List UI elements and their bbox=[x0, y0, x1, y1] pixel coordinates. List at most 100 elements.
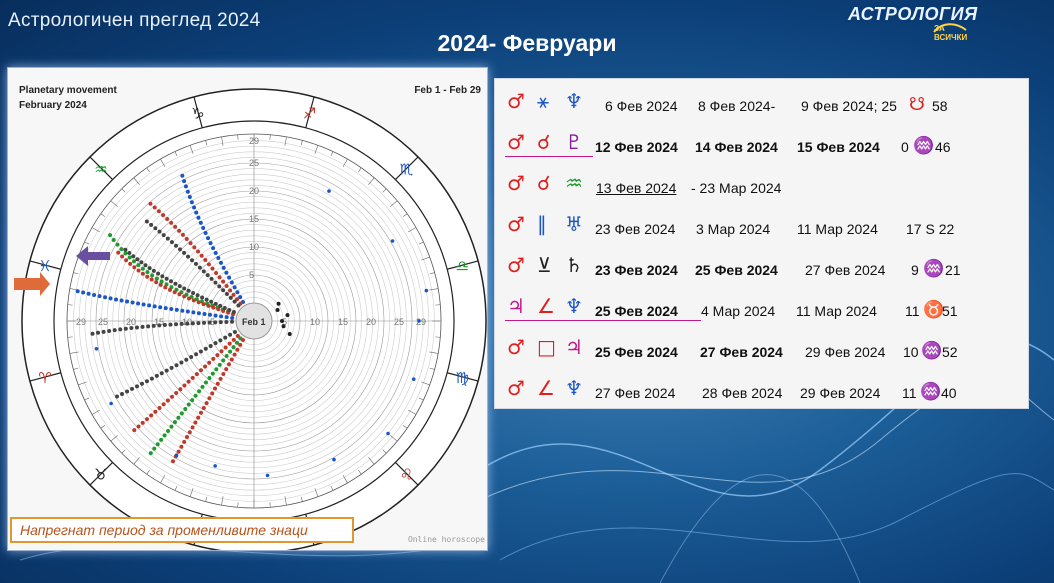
mars-icon: ♂ bbox=[507, 376, 525, 400]
zodiac-sign-icon: ♍ bbox=[456, 369, 469, 387]
saturn-trail bbox=[214, 270, 219, 275]
trail-lower-2 bbox=[153, 409, 158, 414]
pluto-trail bbox=[208, 241, 213, 246]
trail-lower-1 bbox=[189, 355, 194, 360]
trail-lower-3 bbox=[172, 420, 177, 425]
moon-trail bbox=[112, 328, 117, 333]
jupiter-trail bbox=[173, 243, 178, 248]
trail-lower-2 bbox=[203, 364, 208, 369]
sun-trail bbox=[119, 298, 124, 303]
trail-lower-1 bbox=[135, 384, 140, 389]
aquarius-icon: ♒ bbox=[565, 171, 583, 195]
jupiter-trail bbox=[221, 288, 226, 293]
pluto-trail bbox=[182, 179, 187, 184]
sun-trail bbox=[208, 312, 213, 317]
trail-lower-4 bbox=[218, 376, 223, 381]
mercury-trail bbox=[200, 295, 205, 300]
sun-trail bbox=[230, 315, 235, 320]
moon-dot bbox=[213, 464, 217, 468]
mars-trail bbox=[115, 242, 120, 247]
aspect-start-date: 23 Фев 2024 bbox=[595, 262, 678, 278]
aspect-start-date: 27 Фев 2024 bbox=[595, 385, 676, 401]
mars-icon: ♂ bbox=[507, 130, 525, 154]
aspect-minutes: 58 bbox=[932, 98, 948, 114]
moon-dot bbox=[332, 457, 336, 462]
mars-trail bbox=[111, 238, 116, 242]
sun-trail bbox=[174, 307, 179, 312]
zodiac-sign-icon: ♌ bbox=[400, 466, 413, 484]
trail-lower-1 bbox=[232, 330, 237, 334]
chart-credit: Online horoscope bbox=[407, 535, 485, 544]
sun-trail bbox=[114, 297, 119, 302]
taurus-icon: ♉ bbox=[923, 300, 945, 319]
mercury-trail bbox=[182, 286, 187, 291]
jupiter-trail bbox=[193, 261, 198, 266]
mercury-trail bbox=[139, 260, 144, 265]
zodiac-sign-icon: ♒ bbox=[94, 160, 107, 178]
venus-trail bbox=[132, 265, 137, 270]
sun-trail bbox=[147, 303, 152, 308]
chart-date-range: Feb 1 - Feb 29 bbox=[414, 85, 481, 96]
saturn-trail bbox=[192, 245, 197, 250]
aspect-exact-date: 25 Фев 2024 bbox=[695, 262, 778, 278]
aspect-exact-date: 28 Фев 2024 bbox=[702, 385, 783, 401]
aspect-end-date: - 23 Мар 2024 bbox=[691, 180, 782, 196]
jupiter-trail bbox=[190, 258, 195, 263]
trail-lower-2 bbox=[174, 390, 179, 395]
moon-dot bbox=[327, 189, 331, 193]
trail-lower-4 bbox=[227, 362, 231, 367]
mercury-trail bbox=[143, 263, 148, 268]
ring-label: 20 bbox=[249, 186, 259, 196]
aspect-degree: 0 bbox=[901, 139, 909, 155]
jupiter-trail bbox=[228, 295, 233, 300]
ring-label: 20 bbox=[126, 317, 136, 327]
trail-lower-1 bbox=[218, 338, 223, 343]
trail-lower-2 bbox=[140, 420, 145, 425]
mercury-trail bbox=[131, 254, 136, 259]
trail-lower-1 bbox=[144, 379, 149, 384]
pluto-trail bbox=[218, 260, 223, 265]
aspect-end-date: 9 Фев 2024; 25 bbox=[801, 98, 897, 114]
pluto-trail bbox=[203, 231, 208, 236]
aspect-row-7: ♂ □ ♃ 25 Фев 2024 27 Фев 2024 29 Фев 202… bbox=[495, 329, 1028, 369]
saturn-trail bbox=[184, 237, 189, 242]
moon-dot bbox=[411, 377, 416, 381]
moon-trail bbox=[129, 326, 134, 331]
trail-lower-3 bbox=[186, 402, 191, 407]
pluto-trail bbox=[196, 215, 201, 220]
venus-trail bbox=[158, 282, 163, 287]
mars-trail bbox=[136, 263, 141, 268]
moon-trail bbox=[174, 322, 179, 327]
sun-trail bbox=[191, 310, 196, 315]
mercury-trail bbox=[191, 291, 196, 296]
sun-trail bbox=[196, 311, 201, 316]
mercury-trail bbox=[222, 305, 227, 310]
saturn-trail bbox=[156, 209, 161, 214]
trail-lower-4 bbox=[190, 425, 195, 430]
moon-dot bbox=[94, 346, 99, 351]
saturn-trail bbox=[161, 213, 166, 218]
sun-trail bbox=[180, 308, 185, 313]
sun-trail bbox=[163, 306, 168, 311]
aspect-degree: 10 bbox=[903, 344, 919, 360]
moon-dot bbox=[386, 431, 390, 436]
moon-trail bbox=[179, 321, 184, 326]
mars-trail bbox=[150, 273, 155, 278]
mercury-trail bbox=[227, 308, 232, 313]
saturn-trail bbox=[148, 201, 153, 206]
caption-box: Напрегнат период за променливите знаци bbox=[10, 517, 354, 543]
mercury-trail bbox=[231, 310, 236, 315]
ring-label: 20 bbox=[366, 317, 376, 327]
jupiter-icon: ♃ bbox=[565, 335, 583, 359]
aspect-degree: 9 bbox=[911, 262, 919, 278]
moon-trail bbox=[151, 323, 156, 328]
venus-trail bbox=[136, 268, 141, 273]
pluto-icon: ♇ bbox=[565, 130, 583, 154]
mars-trail bbox=[127, 255, 132, 260]
aspect-row-5: ♂ ⊻ ♄ 23 Фев 2024 25 Фев 2024 27 Фев 202… bbox=[495, 247, 1028, 287]
aspect-start-date: 23 Фев 2024 bbox=[595, 221, 676, 237]
jupiter-icon: ♃ bbox=[507, 294, 525, 318]
saturn-dot bbox=[275, 308, 280, 313]
south-node-icon: ☋ bbox=[909, 94, 925, 114]
trail-lower-1 bbox=[164, 368, 169, 373]
